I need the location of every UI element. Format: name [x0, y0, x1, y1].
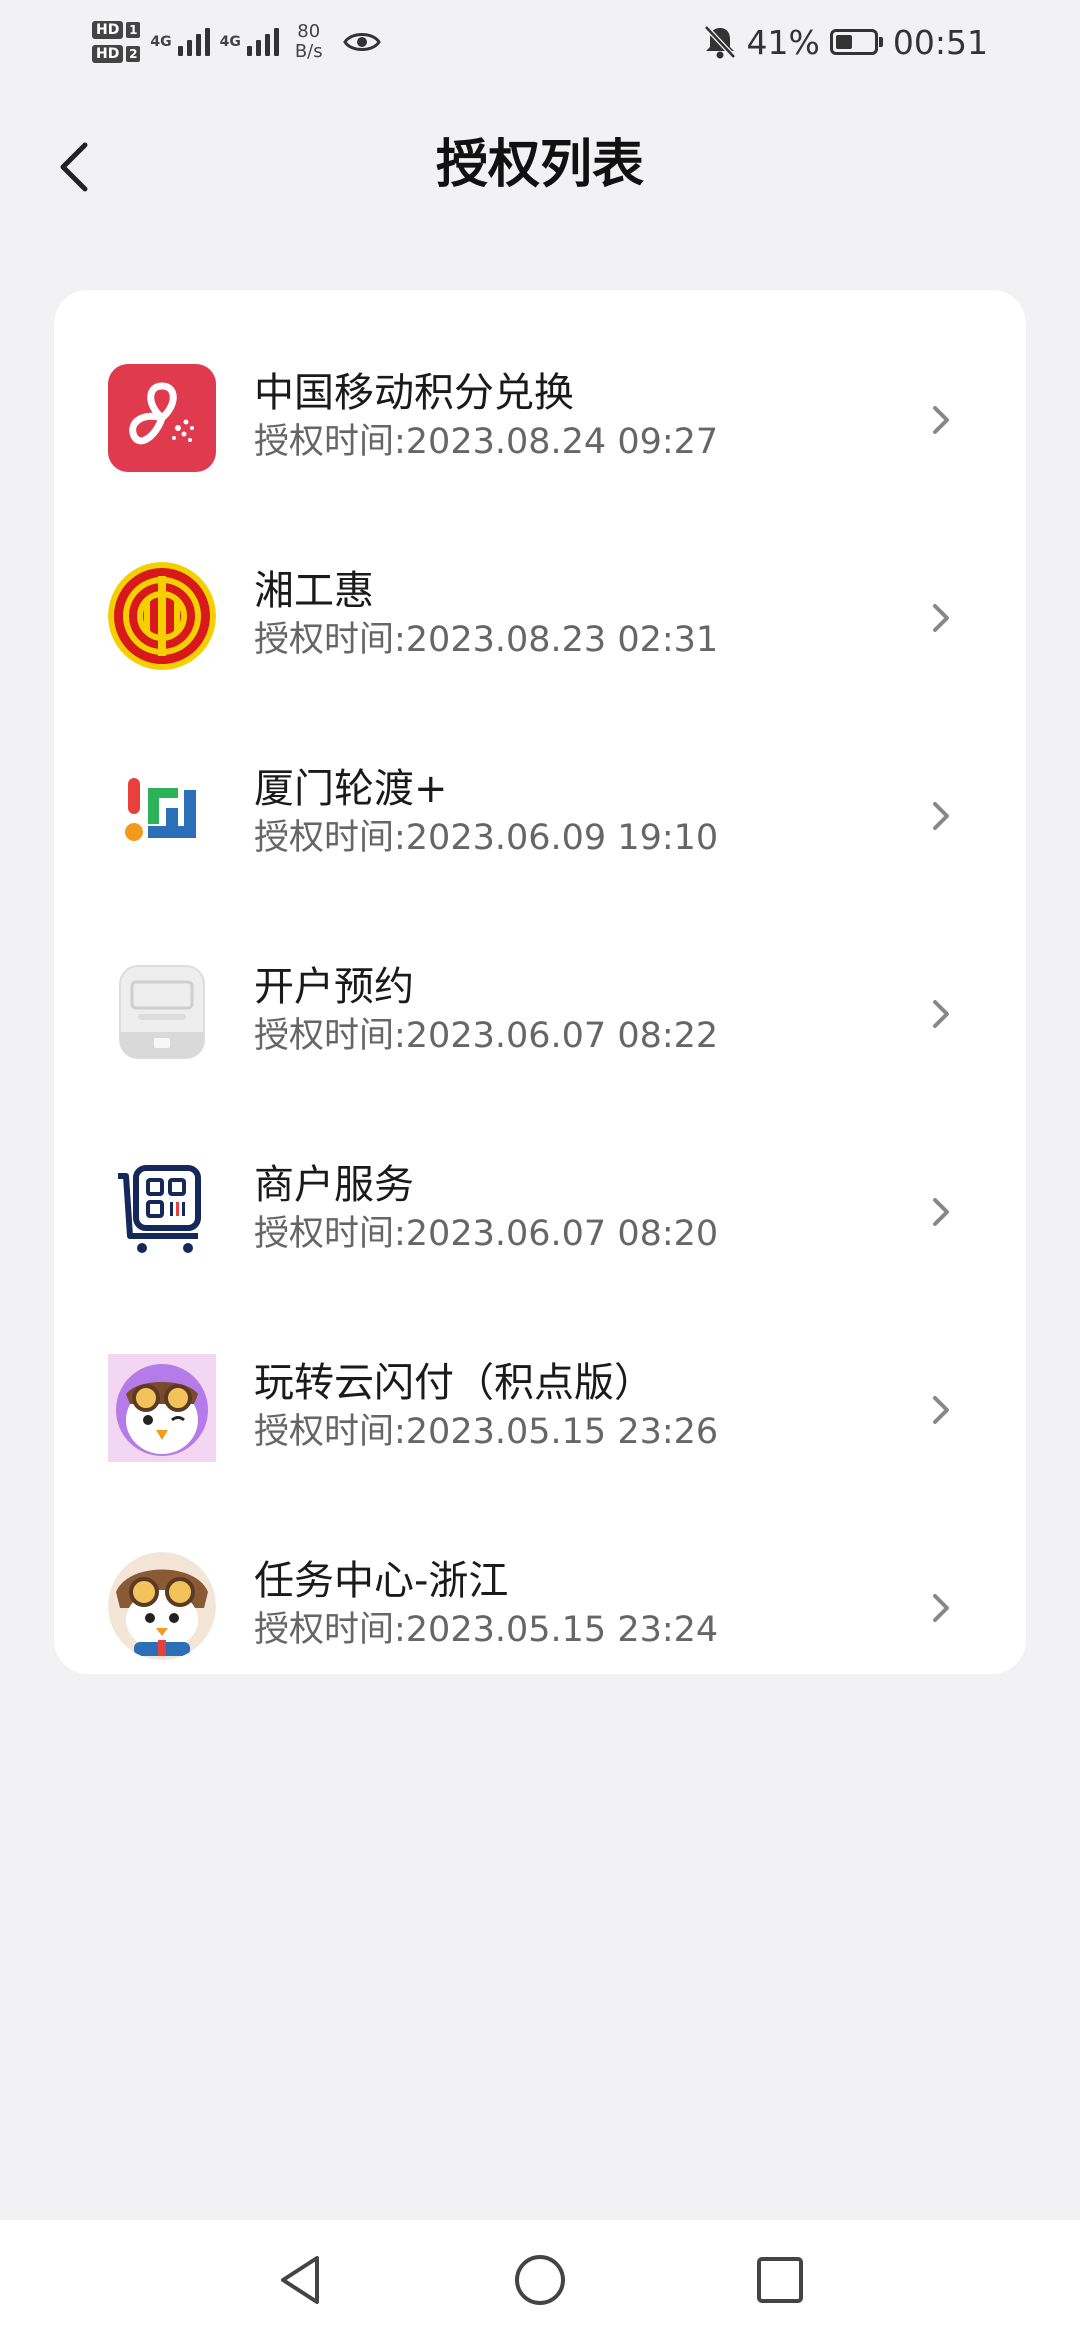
app-name: 任务中心-浙江	[254, 1558, 509, 1604]
chevron-right-icon	[933, 604, 949, 632]
authorization-time: 授权时间:2023.08.24 09:27	[254, 422, 719, 462]
eye-comfort-icon	[342, 33, 381, 51]
speed-value: 80	[297, 21, 321, 42]
top-app-bar: 授权列表	[0, 120, 1080, 210]
cloud-quickpass-points-icon	[108, 1354, 216, 1462]
task-center-zhejiang-icon	[108, 1552, 216, 1660]
authorization-time: 授权时间:2023.06.07 08:20	[254, 1214, 719, 1254]
authorization-list: 中国移动积分兑换 授权时间:2023.08.24 09:27 湘工惠 授权时间:…	[54, 290, 1026, 1674]
authorization-item-merchant-service[interactable]: 商户服务 授权时间:2023.06.07 08:20	[54, 1112, 1026, 1310]
authorization-time: 授权时间:2023.05.15 23:26	[254, 1412, 719, 1452]
status-bar: HD 1 HD 2 4G 4G 80 B/s 41% 00:51	[0, 0, 1080, 84]
chevron-right-icon	[933, 1198, 949, 1226]
china-mobile-points-icon	[108, 364, 216, 472]
account-appointment-icon	[108, 958, 216, 1066]
speed-unit: B/s	[294, 41, 323, 62]
app-name: 湘工惠	[254, 568, 374, 614]
network-type-1: 4G	[150, 34, 172, 50]
app-name: 玩转云闪付（积点版）	[254, 1360, 654, 1406]
xiang-gong-hui-icon	[108, 562, 216, 670]
square-recents-icon	[757, 2257, 803, 2303]
back-arrow-icon	[60, 142, 88, 192]
circle-home-icon	[515, 2255, 565, 2305]
chevron-right-icon	[933, 406, 949, 434]
authorization-time: 授权时间:2023.05.15 23:24	[254, 1610, 719, 1650]
signal-1-icon: 4G	[150, 28, 210, 56]
hd-indicators: HD 1 HD 2	[92, 21, 141, 63]
nav-recents-button[interactable]	[750, 2250, 810, 2310]
clock-time: 00:51	[892, 22, 988, 62]
back-button[interactable]	[40, 132, 110, 202]
network-type-2: 4G	[219, 34, 241, 50]
status-right: 41% 00:51	[703, 20, 988, 64]
battery-percent: 41%	[746, 22, 820, 62]
app-name: 中国移动积分兑换	[254, 370, 574, 416]
authorization-item-account-appointment[interactable]: 开户预约 授权时间:2023.06.07 08:22	[54, 914, 1026, 1112]
page-title: 授权列表	[435, 135, 644, 195]
chevron-right-icon	[933, 802, 949, 830]
authorization-time: 授权时间:2023.06.07 08:22	[254, 1016, 719, 1056]
app-name: 商户服务	[254, 1162, 414, 1208]
triangle-back-icon	[281, 2256, 319, 2304]
authorization-item-xiang-gong-hui[interactable]: 湘工惠 授权时间:2023.08.23 02:31	[54, 518, 1026, 716]
status-left: HD 1 HD 2 4G 4G 80 B/s	[92, 14, 381, 70]
nav-home-button[interactable]	[510, 2250, 570, 2310]
authorization-item-cloud-quickpass-points[interactable]: 玩转云闪付（积点版） 授权时间:2023.05.15 23:26	[54, 1310, 1026, 1508]
nav-back-button[interactable]	[270, 2250, 330, 2310]
chevron-right-icon	[933, 1594, 949, 1622]
system-navigation-bar	[0, 2220, 1080, 2340]
xiamen-ferry-icon	[108, 760, 216, 868]
network-speed: 80 B/s	[295, 22, 323, 62]
chevron-right-icon	[933, 1000, 949, 1028]
app-name: 厦门轮渡+	[254, 766, 448, 812]
authorization-item-china-mobile-points[interactable]: 中国移动积分兑换 授权时间:2023.08.24 09:27	[54, 320, 1026, 518]
authorization-time: 授权时间:2023.08.23 02:31	[254, 620, 719, 660]
app-name: 开户预约	[254, 964, 414, 1010]
battery-icon	[829, 29, 883, 55]
merchant-service-icon	[108, 1156, 216, 1264]
authorization-item-xiamen-ferry[interactable]: 厦门轮渡+ 授权时间:2023.06.09 19:10	[54, 716, 1026, 914]
bell-muted-icon	[703, 25, 736, 59]
chevron-right-icon	[933, 1396, 949, 1424]
signal-2-icon: 4G	[220, 28, 279, 56]
authorization-time: 授权时间:2023.06.09 19:10	[254, 818, 719, 858]
authorization-item-task-center-zhejiang[interactable]: 任务中心-浙江 授权时间:2023.05.15 23:24	[54, 1508, 1026, 1706]
